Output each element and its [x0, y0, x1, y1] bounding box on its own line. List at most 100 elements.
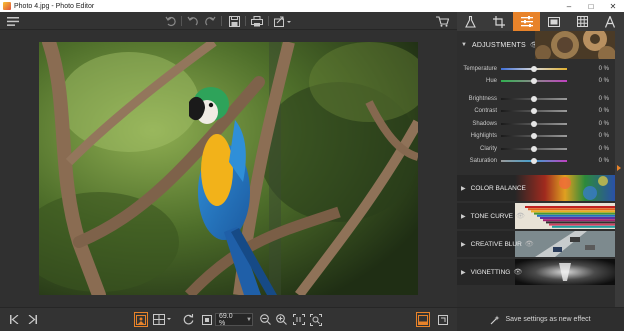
toolbar-divider	[181, 16, 182, 26]
compare-icon[interactable]	[134, 312, 148, 327]
rotate-icon[interactable]	[181, 312, 195, 327]
tone-curve-thumbnail	[515, 203, 615, 229]
menu-icon[interactable]	[6, 14, 20, 28]
window-title: Photo 4.jpg - Photo Editor	[14, 2, 95, 10]
section-vignetting[interactable]: ▶ VIGNETTING 👁	[457, 259, 615, 285]
panel-collapse-handle[interactable]	[615, 31, 624, 307]
tab-frames[interactable]	[540, 12, 568, 31]
adjustments-header[interactable]: ▼ ADJUSTMENTS 👁	[457, 31, 615, 59]
tab-textures[interactable]	[568, 12, 596, 31]
slider-handle[interactable]	[531, 146, 537, 152]
next-icon[interactable]	[26, 312, 38, 327]
slider-handle[interactable]	[531, 78, 537, 84]
previous-icon[interactable]	[8, 312, 20, 327]
redo-icon[interactable]	[203, 14, 217, 28]
slider-label: Contrast	[474, 108, 497, 114]
effect-icon	[491, 315, 500, 324]
crop-icon	[492, 15, 505, 28]
section-color-balance[interactable]: ▶ COLOR BALANCE	[457, 175, 615, 201]
app-icon	[3, 2, 11, 10]
slider-value: 0 %	[598, 158, 609, 164]
slider-track[interactable]	[501, 146, 567, 152]
slider-track[interactable]	[501, 158, 567, 164]
eye-icon[interactable]: 👁	[516, 212, 525, 220]
slider-shadows[interactable]: Shadows 0 %	[457, 119, 615, 129]
section-tone-curve[interactable]: ▶ TONE CURVE 👁	[457, 203, 615, 229]
expand-icon: ▶	[461, 213, 466, 220]
zoom-fit-icon[interactable]	[309, 312, 323, 327]
section-creative-blur[interactable]: ▶ CREATIVE BLUR 👁	[457, 231, 615, 257]
minimize-button[interactable]: –	[558, 0, 580, 12]
slider-brightness[interactable]: Brightness 0 %	[457, 94, 615, 104]
slider-track[interactable]	[501, 96, 567, 102]
toolbar	[0, 12, 457, 30]
slider-value: 0 %	[598, 146, 609, 152]
undo-icon[interactable]	[186, 14, 200, 28]
title-bar: Photo 4.jpg - Photo Editor – □ ✕	[0, 0, 624, 12]
expand-icon: ▶	[461, 185, 466, 192]
zoom-in-icon[interactable]	[275, 312, 287, 327]
expand-icon: ▶	[461, 241, 466, 248]
collapse-icon: ▼	[461, 42, 467, 48]
slider-label: Highlights	[470, 133, 497, 139]
show-panel-icon[interactable]	[416, 312, 430, 327]
slider-track[interactable]	[501, 78, 567, 84]
section-label: COLOR BALANCE	[470, 184, 526, 192]
maximize-button[interactable]: □	[580, 0, 602, 12]
rotate-left-icon[interactable]	[164, 14, 178, 28]
slider-track[interactable]	[501, 121, 567, 127]
slider-handle[interactable]	[531, 66, 537, 72]
slider-handle[interactable]	[531, 108, 537, 114]
slider-saturation[interactable]: Saturation 0 %	[457, 156, 615, 166]
eye-icon[interactable]: 👁	[525, 240, 534, 248]
slider-label: Temperature	[463, 66, 497, 72]
frame-icon	[548, 16, 561, 27]
slider-contrast[interactable]: Contrast 0 %	[457, 106, 615, 116]
zoom-field[interactable]: 69.0 % ▼	[215, 312, 253, 327]
slider-track[interactable]	[501, 133, 567, 139]
tab-adjustments[interactable]	[512, 12, 541, 31]
print-icon[interactable]	[250, 14, 264, 28]
cart-icon[interactable]	[435, 14, 449, 28]
share-icon[interactable]	[273, 14, 293, 28]
zoom-value: 69.0 %	[219, 312, 233, 327]
slider-highlights[interactable]: Highlights 0 %	[457, 131, 615, 141]
fullscreen-icon[interactable]	[436, 312, 450, 327]
slider-label: Hue	[485, 78, 497, 84]
eye-icon[interactable]: 👁	[513, 268, 522, 276]
flask-icon	[465, 15, 477, 28]
slider-temperature[interactable]: Temperature 0 %	[457, 64, 615, 74]
save-icon[interactable]	[227, 14, 241, 28]
tab-crop[interactable]	[485, 12, 513, 31]
toolbar-divider	[268, 16, 269, 26]
slider-handle[interactable]	[531, 133, 537, 139]
tab-text[interactable]	[596, 12, 624, 31]
split-view-icon[interactable]	[152, 312, 172, 327]
close-button[interactable]: ✕	[602, 0, 624, 12]
slider-clarity[interactable]: Clarity 0 %	[457, 144, 615, 154]
dropdown-icon: ▼	[246, 316, 252, 323]
slider-label: Clarity	[479, 146, 497, 152]
gears-thumbnail	[535, 31, 615, 59]
slider-label: Brightness	[468, 96, 497, 102]
expand-arrow-icon	[617, 165, 621, 171]
text-icon	[605, 15, 616, 28]
canvas-area[interactable]	[0, 30, 457, 307]
panel-tabs	[457, 12, 624, 31]
tab-edit-tools[interactable]	[457, 12, 485, 31]
slider-label: Saturation	[469, 158, 497, 164]
color-balance-thumbnail	[515, 175, 615, 201]
slider-hue[interactable]: Hue 0 %	[457, 76, 615, 86]
slider-track[interactable]	[501, 66, 567, 72]
fit-icon[interactable]	[201, 312, 213, 327]
zoom-out-icon[interactable]	[259, 312, 271, 327]
photo-canvas[interactable]	[39, 42, 418, 295]
grid-icon	[576, 16, 588, 27]
actual-size-icon[interactable]	[292, 312, 306, 327]
slider-handle[interactable]	[531, 121, 537, 127]
adjustments-title: ADJUSTMENTS	[471, 41, 526, 49]
save-effect-button[interactable]: Save settings as new effect	[457, 307, 624, 331]
slider-handle[interactable]	[531, 96, 537, 102]
slider-track[interactable]	[501, 108, 567, 114]
slider-handle[interactable]	[531, 158, 537, 164]
